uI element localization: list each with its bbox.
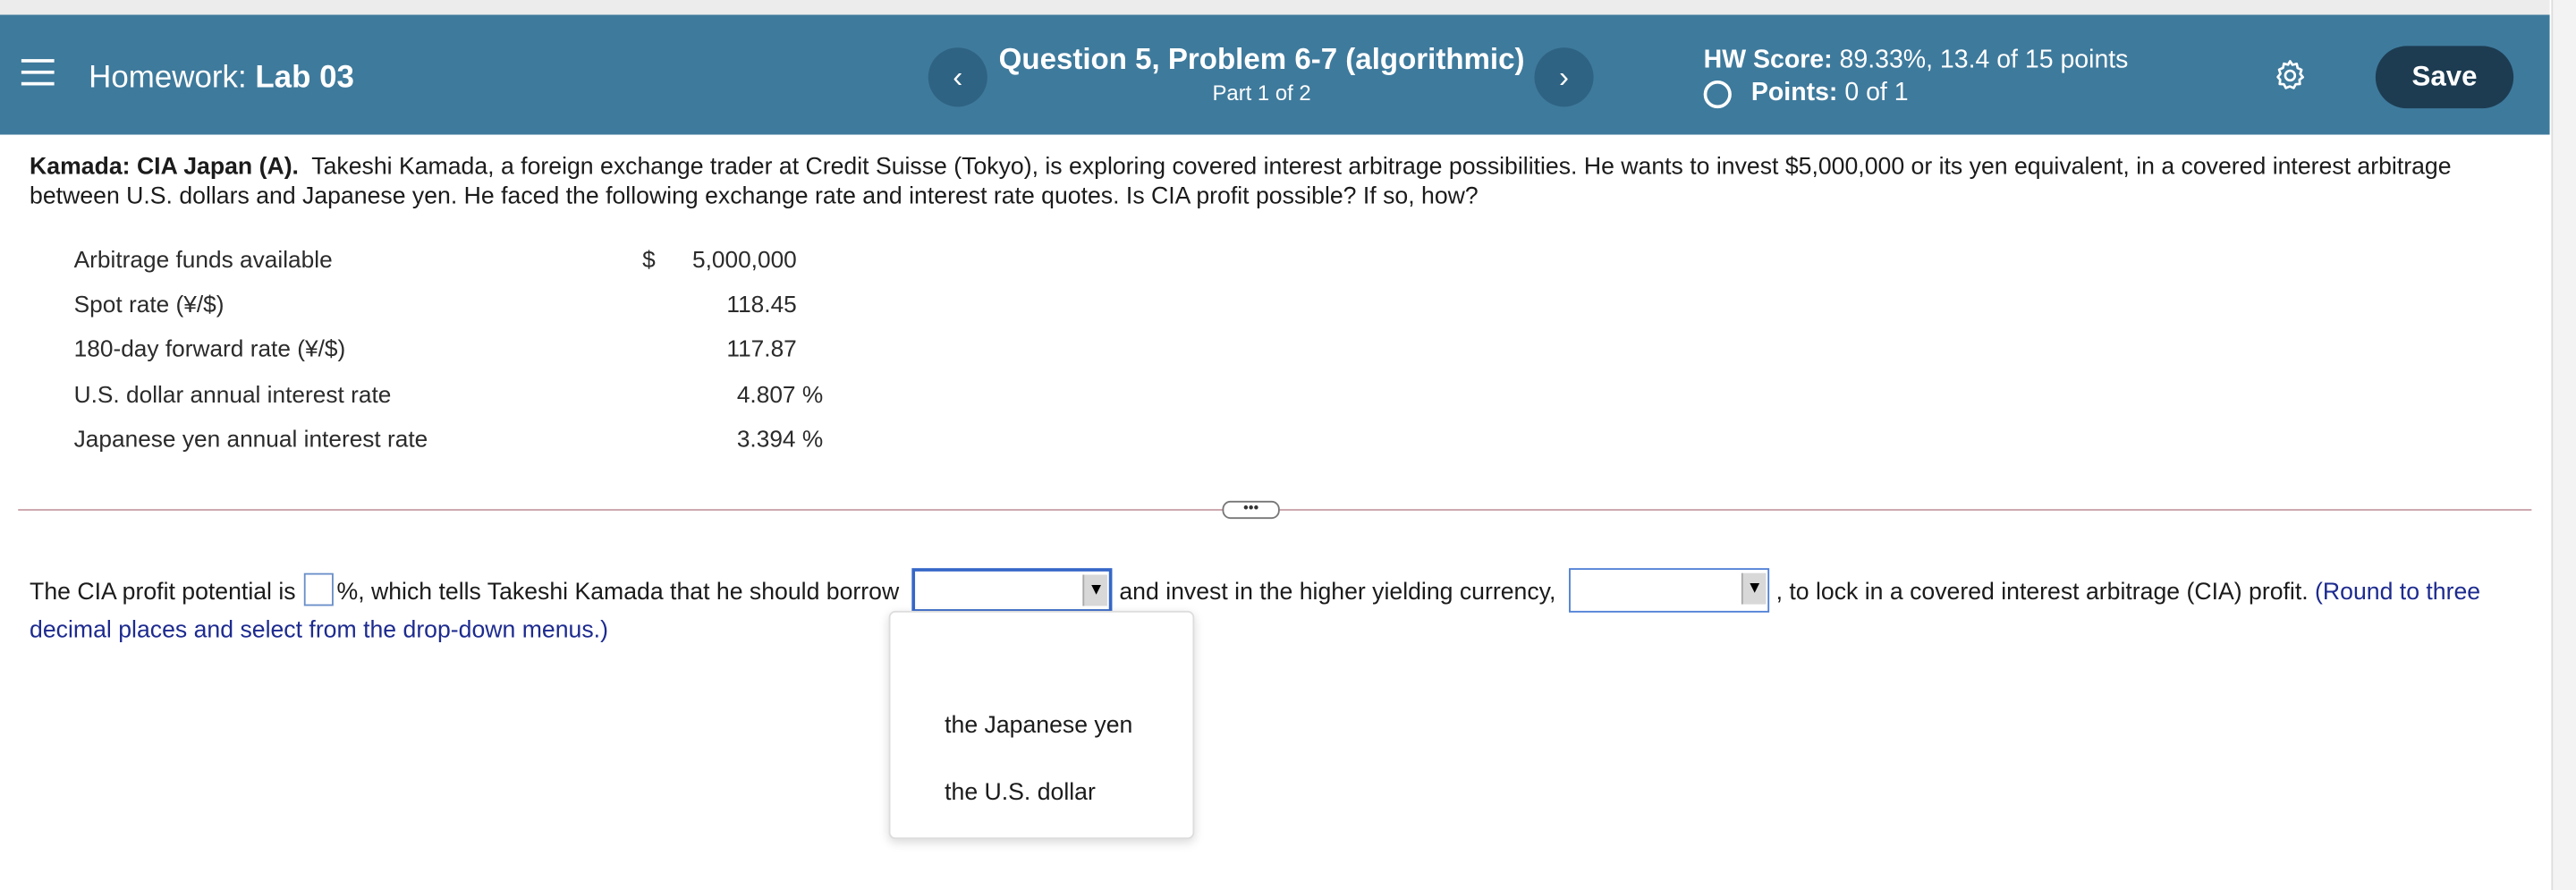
answer-text: %, which tells Takeshi Kamada that he sh… <box>336 580 900 606</box>
cia-profit-input[interactable] <box>303 572 334 606</box>
question-title: Question 5, Problem 6-7 (algorithmic) <box>998 42 1525 76</box>
hw-score: HW Score: 89.33%, 13.4 of 15 points <box>1704 46 2129 75</box>
answer-sentence: The CIA profit potential is %, which tell… <box>30 568 2535 650</box>
hamburger-menu-icon[interactable] <box>21 59 55 92</box>
chevron-right-icon: › <box>1559 60 1570 93</box>
chevron-left-icon: ‹ <box>953 60 963 93</box>
header-bar: Homework: Lab 03 ‹ Question 5, Problem 6… <box>0 14 2550 135</box>
browser-top-strip <box>0 0 2550 15</box>
dropdown-arrow-icon: ▼ <box>1082 574 1108 606</box>
currency-symbol: $ <box>642 248 656 275</box>
answer-text: and invest in the higher yielding curren… <box>1119 580 1556 606</box>
dropdown-option[interactable]: the U.S. dollar <box>945 780 1096 806</box>
data-value: 117.87 <box>726 336 797 363</box>
data-value: 5,000,000 <box>691 248 797 275</box>
data-label: U.S. dollar annual interest rate <box>73 382 392 410</box>
invest-currency-select[interactable]: ▼ <box>1569 568 1770 613</box>
hw-score-label: HW Score: <box>1703 46 1833 74</box>
hw-score-value: 89.33%, 13.4 of 15 points <box>1839 46 2129 74</box>
question-part: Part 1 of 2 <box>1212 80 1311 106</box>
gear-icon[interactable] <box>2272 57 2308 93</box>
data-value: 3.394 % <box>736 427 824 453</box>
data-value: 4.807 % <box>736 382 824 410</box>
dropdown-arrow-icon: ▼ <box>1741 572 1767 605</box>
question-points: Points: 0 of 1 <box>1703 79 1909 108</box>
homework-assignment-name: Lab 03 <box>255 60 354 96</box>
expand-toggle[interactable]: ••• <box>1222 500 1280 520</box>
data-value: 118.45 <box>726 292 797 319</box>
page-canvas: Homework: Lab 03 ‹ Question 5, Problem 6… <box>0 0 2576 890</box>
question-text: Kamada: CIA Japan (A). Takeshi Kamada, a… <box>30 153 2510 212</box>
homework-title: Homework: Lab 03 <box>89 61 354 97</box>
answer-text: The CIA profit potential is <box>30 580 296 606</box>
data-label: Arbitrage funds available <box>73 248 333 275</box>
borrow-currency-select[interactable]: ▼ <box>911 568 1114 613</box>
homework-prefix: Homework: <box>89 60 247 96</box>
page-scrollbar[interactable] <box>2551 0 2576 890</box>
dropdown-option[interactable]: the Japanese yen <box>945 713 1132 739</box>
data-label: Spot rate (¥/$) <box>73 292 225 319</box>
points-label: Points: <box>1750 79 1838 107</box>
dropdown-menu: the Japanese yen the U.S. dollar <box>888 610 1195 840</box>
data-label: 180-day forward rate (¥/$) <box>73 336 346 363</box>
answer-text: , to lock in a covered interest arbitrag… <box>1775 580 2309 606</box>
next-question-button[interactable]: › <box>1534 47 1594 107</box>
data-label: Japanese yen annual interest rate <box>73 427 428 453</box>
previous-question-button[interactable]: ‹ <box>928 47 987 107</box>
question-heading: Kamada: CIA Japan (A). <box>30 154 299 181</box>
save-button[interactable]: Save <box>2375 46 2514 109</box>
points-value: 0 of 1 <box>1844 79 1909 107</box>
points-status-icon <box>1703 80 1732 108</box>
question-body: Takeshi Kamada, a foreign exchange trade… <box>30 154 2452 210</box>
